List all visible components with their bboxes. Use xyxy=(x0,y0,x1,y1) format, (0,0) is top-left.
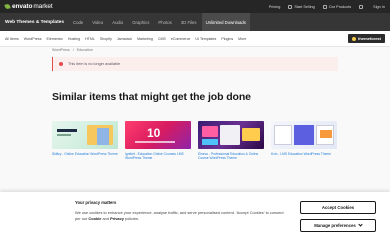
subcategory-ui-templates[interactable]: UI Templates xyxy=(195,37,216,41)
subcategory-ecommerce[interactable]: eCommerce xyxy=(171,37,191,41)
similar-items-heading: Similar items that might get the job don… xyxy=(52,91,251,103)
thumb-shape xyxy=(97,128,109,145)
category-code[interactable]: Code xyxy=(73,13,83,31)
item-title[interactable]: Igniteit - Education Online Courses LMS … xyxy=(125,152,191,160)
category-3d-files[interactable]: 3D Files xyxy=(181,13,197,31)
cookie-text-and: and xyxy=(101,215,111,221)
subcategory-more[interactable]: More xyxy=(238,37,246,41)
item-thumbnail[interactable] xyxy=(271,121,337,149)
thumb-shape xyxy=(57,134,71,136)
item-title[interactable]: Elnevo - Professional Education & Online… xyxy=(198,152,264,160)
thumb-number: 10 xyxy=(147,126,161,140)
thumb-shape xyxy=(294,125,314,145)
breadcrumb-wordpress[interactable]: WordPress xyxy=(52,48,70,52)
thumb-shape xyxy=(316,125,334,145)
cookie-text: We use cookies to enhance your experienc… xyxy=(75,210,285,221)
cookie-text-after: policies. xyxy=(123,215,140,221)
alert-text: This item is no longer available xyxy=(68,62,121,66)
category-web-themes[interactable]: Web Themes & Templates xyxy=(5,13,64,31)
breadcrumb-education[interactable]: Education xyxy=(77,48,93,52)
cookie-policy-link[interactable]: Cookie xyxy=(88,216,101,221)
logo-sub: market xyxy=(33,3,53,10)
cookie-banner: Your privacy matters We use cookies to e… xyxy=(0,192,390,240)
subcategory-nav: All Items WordPress Elementor Hosting HT… xyxy=(0,31,390,47)
thumb-shape xyxy=(220,125,240,145)
category-nav: Web Themes & Templates Code Video Audio … xyxy=(0,13,390,31)
grid-icon xyxy=(322,4,327,9)
item-card[interactable]: Skillzy - Online Education WordPress The… xyxy=(52,121,118,156)
subcategory-hosting[interactable]: Hosting xyxy=(68,37,80,41)
category-unlimited-downloads[interactable]: Unlimited Downloads xyxy=(201,13,250,31)
cart-icon[interactable] xyxy=(359,4,365,9)
our-products-label: Our Products xyxy=(328,4,352,9)
subcategory-html[interactable]: HTML xyxy=(85,37,95,41)
thumb-shape xyxy=(202,126,218,137)
subcategory-wordpress[interactable]: WordPress xyxy=(24,37,42,41)
subcategory-all-items[interactable]: All Items xyxy=(5,37,19,41)
chevron-down-icon xyxy=(358,222,363,227)
thumb-shape xyxy=(320,130,332,138)
envato-market-logo[interactable]: envato market xyxy=(4,3,53,10)
thumb-shape xyxy=(274,125,292,145)
start-selling-link[interactable]: Start Selling xyxy=(288,4,315,9)
alert-icon xyxy=(59,62,63,66)
manage-preferences-button[interactable]: Manage preferences xyxy=(300,219,376,232)
top-header: envato market Pricing Start Selling Our … xyxy=(0,0,390,13)
item-card[interactable]: Elnevo - Professional Education & Online… xyxy=(198,121,264,160)
our-products-link[interactable]: Our Products xyxy=(322,4,352,9)
accept-cookies-button[interactable]: Accept Cookies xyxy=(300,201,376,214)
category-audio[interactable]: Audio xyxy=(112,13,123,31)
subcategory-marketing[interactable]: Marketing xyxy=(137,37,153,41)
manage-preferences-label: Manage preferences xyxy=(314,223,356,228)
category-photos[interactable]: Photos xyxy=(158,13,171,31)
cookie-title: Your privacy matters xyxy=(75,200,117,205)
thumb-shape xyxy=(242,128,260,141)
thumb-shape xyxy=(135,141,175,143)
thumb-shape xyxy=(202,139,218,145)
unavailable-alert: This item is no longer available xyxy=(52,57,338,71)
thumb-shape xyxy=(57,129,77,132)
item-card[interactable]: Kvin - LMS Education WordPress Theme xyxy=(271,121,337,156)
subcategory-cms[interactable]: CMS xyxy=(158,37,166,41)
category-video[interactable]: Video xyxy=(92,13,103,31)
themeforest-label: themeforest xyxy=(358,36,381,41)
subcategory-shopify[interactable]: Shopify xyxy=(100,37,112,41)
breadcrumb-separator: / xyxy=(72,48,74,52)
item-title[interactable]: Kvin - LMS Education WordPress Theme xyxy=(271,152,337,156)
privacy-policy-link[interactable]: Privacy xyxy=(110,216,124,221)
breadcrumb: WordPress / Education xyxy=(52,48,93,52)
top-nav-links: Pricing Start Selling Our Products Sign … xyxy=(269,4,385,9)
subcategory-jamstack[interactable]: Jamstack xyxy=(117,37,132,41)
sign-in-link[interactable]: Sign In xyxy=(373,5,385,9)
pricing-link[interactable]: Pricing xyxy=(269,5,281,9)
item-title[interactable]: Skillzy - Online Education WordPress The… xyxy=(52,152,118,156)
logo-word: envato xyxy=(12,3,33,10)
themeforest-icon xyxy=(352,36,357,41)
themeforest-badge[interactable]: themeforest xyxy=(348,34,385,43)
item-thumbnail[interactable]: 10 xyxy=(125,121,191,149)
cart-shape-icon xyxy=(359,4,364,9)
item-card[interactable]: 10 Igniteit - Education Online Courses L… xyxy=(125,121,191,160)
category-graphics[interactable]: Graphics xyxy=(132,13,149,31)
store-icon xyxy=(288,4,293,9)
item-thumbnail[interactable] xyxy=(52,121,118,149)
start-selling-label: Start Selling xyxy=(294,4,315,9)
envato-leaf-icon xyxy=(4,3,11,10)
item-thumbnail[interactable] xyxy=(198,121,264,149)
subcategory-elementor[interactable]: Elementor xyxy=(47,37,63,41)
subcategory-plugins[interactable]: Plugins xyxy=(221,37,233,41)
